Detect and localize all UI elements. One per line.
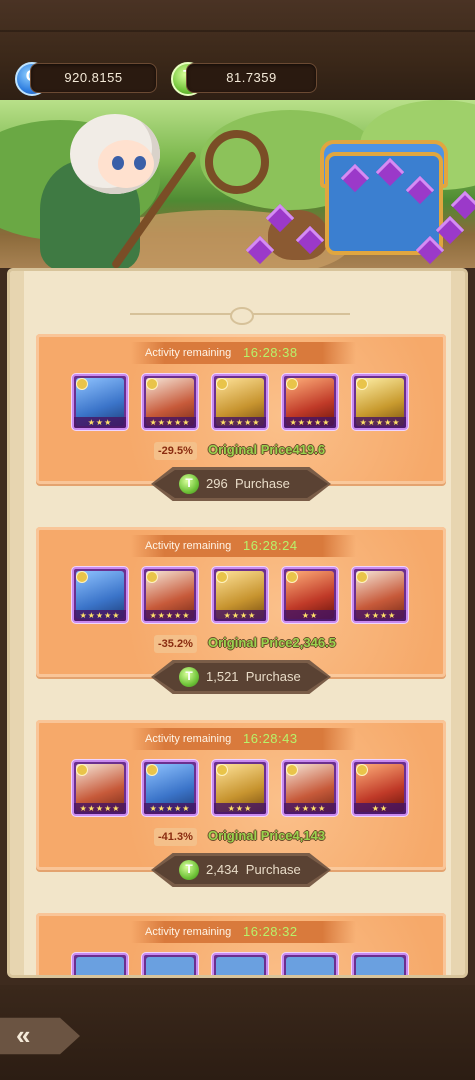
hero-portrait[interactable]: ★★★★ <box>212 567 268 623</box>
activity-remaining-label: Activity remaining <box>145 540 232 552</box>
hero-list <box>72 953 412 975</box>
green-t-coin-icon: T <box>179 474 199 494</box>
hero-portrait[interactable]: ★★★★★ <box>142 760 198 816</box>
timer-value: 16:28:24 <box>243 538 298 553</box>
offer-card: Activity remaining 16:28:43 ★★★★★ ★★★★★ … <box>36 720 446 870</box>
offer-card: Activity remaining 16:28:32 <box>36 913 446 975</box>
offer-card: Activity remaining 16:28:24 ★★★★★ ★★★★★ … <box>36 527 446 677</box>
panel-ornament <box>130 307 350 325</box>
offer-card: Activity remaining 16:28:38 ★★★ ★★★★★ ★★… <box>36 334 446 484</box>
activity-remaining-label: Activity remaining <box>145 926 232 938</box>
hero-portrait[interactable] <box>142 953 198 975</box>
activity-remaining-label: Activity remaining <box>145 733 232 745</box>
discount-badge: -41.3% <box>154 828 197 846</box>
original-price: Original Price419.6 <box>208 442 326 457</box>
purchase-label: Purchase <box>245 862 301 877</box>
hero-portrait[interactable]: ★★★★★ <box>72 760 128 816</box>
hero-list: ★★★★★ ★★★★★ ★★★★ ★★ ★★★★ <box>72 567 412 627</box>
original-price: Original Price4,143 <box>208 828 326 843</box>
hero-portrait[interactable]: ★★ <box>282 567 338 623</box>
purchase-button[interactable]: T 296 Purchase <box>151 467 331 501</box>
timer-value: 16:28:38 <box>243 345 298 360</box>
purchase-button[interactable]: T 2,434 Purchase <box>151 853 331 887</box>
diamond-balance[interactable]: 920.8155 <box>30 63 157 93</box>
original-price: Original Price2,346.5 <box>208 635 336 650</box>
hero-portrait[interactable] <box>72 953 128 975</box>
activity-timer: Activity remaining 16:28:43 <box>131 728 356 750</box>
purchase-label: Purchase <box>234 476 290 491</box>
hero-portrait[interactable] <box>352 953 408 975</box>
double-chevron-left-icon: « <box>16 1020 31 1050</box>
token-balance-value: 81.7359 <box>226 70 277 85</box>
discount-badge: -35.2% <box>154 635 197 653</box>
purchase-price: 296 <box>206 476 228 491</box>
hero-portrait[interactable]: ★★★★★ <box>142 374 198 430</box>
activity-timer: Activity remaining 16:28:24 <box>131 535 356 557</box>
hero-portrait[interactable]: ★★★★★ <box>142 567 198 623</box>
hero-portrait[interactable]: ★★★★ <box>282 760 338 816</box>
purchase-price: 2,434 <box>206 862 239 877</box>
hero-portrait[interactable] <box>212 953 268 975</box>
hero-portrait[interactable]: ★★★★★ <box>352 374 408 430</box>
hero-portrait[interactable]: ★★★★★ <box>212 374 268 430</box>
hero-portrait[interactable] <box>282 953 338 975</box>
hero-list: ★★★★★ ★★★★★ ★★★ ★★★★ ★★ <box>72 760 412 820</box>
hero-portrait[interactable]: ★★ <box>352 760 408 816</box>
token-balance[interactable]: 81.7359 <box>186 63 317 93</box>
purchase-price: 1,521 <box>206 669 239 684</box>
diamond-balance-value: 920.8155 <box>64 70 123 85</box>
timer-value: 16:28:32 <box>243 924 298 939</box>
hero-list: ★★★ ★★★★★ ★★★★★ ★★★★★ ★★★★★ <box>72 374 412 434</box>
purchase-button[interactable]: T 1,521 Purchase <box>151 660 331 694</box>
shop-banner-illustration <box>0 100 475 268</box>
hero-portrait[interactable]: ★★★ <box>212 760 268 816</box>
timer-value: 16:28:43 <box>243 731 298 746</box>
green-t-coin-icon: T <box>179 667 199 687</box>
offers-panel[interactable]: Activity remaining 16:28:38 ★★★ ★★★★★ ★★… <box>7 268 468 978</box>
activity-timer: Activity remaining 16:28:38 <box>131 342 356 364</box>
hero-portrait[interactable]: ★★★★★ <box>72 567 128 623</box>
discount-badge: -29.5% <box>154 442 197 460</box>
hero-portrait[interactable]: ★★★★★ <box>282 374 338 430</box>
activity-remaining-label: Activity remaining <box>145 347 232 359</box>
hero-portrait[interactable]: ★★★ <box>72 374 128 430</box>
purchase-label: Purchase <box>245 669 301 684</box>
activity-timer: Activity remaining 16:28:32 <box>131 921 356 943</box>
green-t-coin-icon: T <box>179 860 199 880</box>
hero-portrait[interactable]: ★★★★ <box>352 567 408 623</box>
